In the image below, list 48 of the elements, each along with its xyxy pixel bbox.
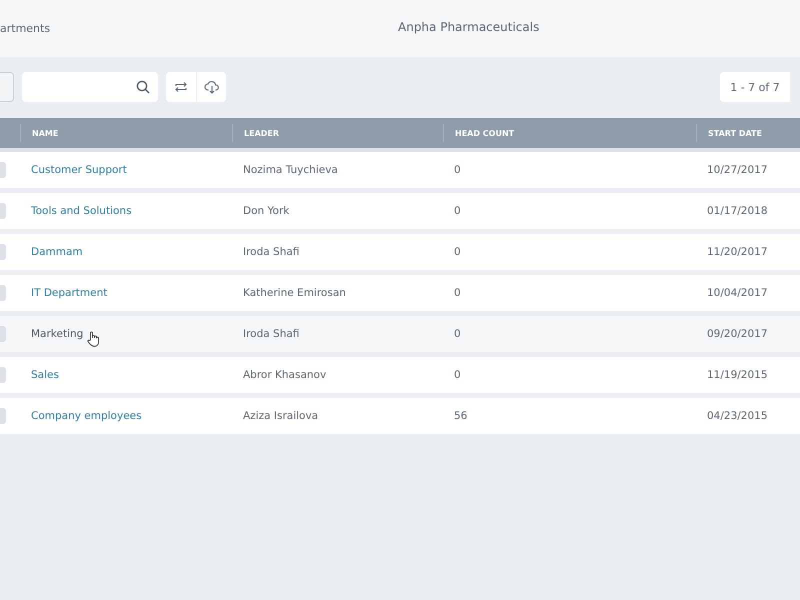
table-cell: Abror Khasanov (243, 369, 326, 381)
table-cell: 0 (454, 205, 461, 217)
table-cell: 10/04/2017 (707, 287, 768, 299)
table-cell: 01/17/2018 (707, 205, 768, 217)
department-link[interactable]: Marketing (31, 328, 84, 340)
department-link[interactable]: Company employees (31, 410, 142, 422)
row-checkbox[interactable] (0, 326, 6, 342)
table-cell: 04/23/2015 (707, 410, 768, 422)
search-icon (136, 80, 150, 94)
column-header[interactable]: START DATE (696, 124, 800, 142)
breadcrumb[interactable]: artments (0, 22, 50, 35)
department-link[interactable]: Sales (31, 369, 59, 381)
table-cell: Nozima Tuychieva (243, 164, 338, 176)
table-cell: Iroda Shafi (243, 246, 300, 258)
row-checkbox[interactable] (0, 244, 6, 260)
swap-arrows-icon (174, 80, 188, 94)
company-title: Anpha Pharmaceuticals (398, 20, 540, 34)
table-cell: 0 (454, 164, 461, 176)
table-cell: Iroda Shafi (243, 328, 300, 340)
row-checkbox[interactable] (0, 367, 6, 383)
cloud-download-icon (204, 80, 220, 94)
column-header[interactable]: HEAD COUNT (443, 124, 696, 142)
department-link[interactable]: Tools and Solutions (31, 205, 132, 217)
table-cell: 0 (454, 328, 461, 340)
table-cell: 0 (454, 246, 461, 258)
row-checkbox[interactable] (0, 408, 6, 424)
row-checkbox[interactable] (0, 285, 6, 301)
department-link[interactable]: Customer Support (31, 164, 127, 176)
department-link[interactable]: Dammam (31, 246, 83, 258)
row-checkbox[interactable] (0, 203, 6, 219)
table-cell: 11/20/2017 (707, 246, 768, 258)
search-field[interactable] (22, 72, 158, 102)
table-cell: Aziza Israilova (243, 410, 318, 422)
table-cell: Don York (243, 205, 290, 217)
table-cell: 11/19/2015 (707, 369, 768, 381)
table-cell: 0 (454, 287, 461, 299)
table-cell: 09/20/2017 (707, 328, 768, 340)
pagination-label: 1 - 7 of 7 (720, 72, 790, 102)
column-header[interactable]: LEADER (232, 124, 443, 142)
hand-cursor-icon (87, 331, 100, 347)
row-checkbox[interactable] (0, 162, 6, 178)
table-cell: 56 (454, 410, 468, 422)
table-cell: 10/27/2017 (707, 164, 768, 176)
table-cell: 0 (454, 369, 461, 381)
table-cell: Katherine Emirosan (243, 287, 346, 299)
toolbar-button[interactable] (0, 72, 14, 102)
department-link[interactable]: IT Department (31, 287, 108, 299)
column-header[interactable]: NAME (20, 124, 232, 142)
